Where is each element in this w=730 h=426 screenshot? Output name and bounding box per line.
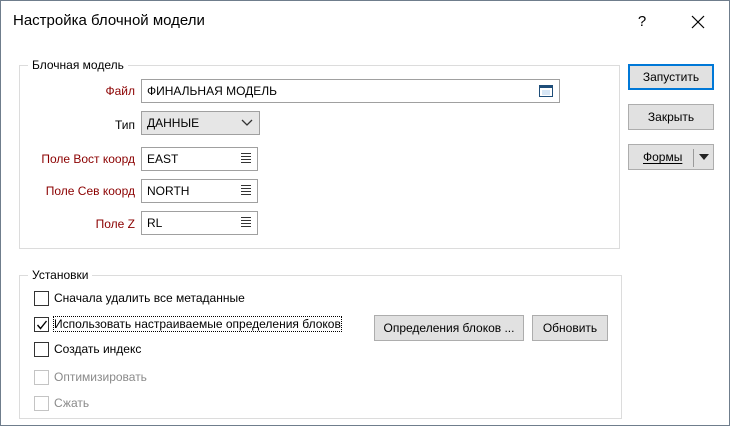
optimize-checkbox: Оптимизировать — [34, 369, 234, 387]
north-coord-label: Поле Сев коорд — [45, 184, 135, 198]
file-label: Файл — [105, 84, 135, 98]
checkbox-box — [34, 370, 49, 385]
north-coord-value: NORTH — [147, 184, 190, 198]
checkbox-box[interactable] — [34, 317, 49, 332]
checkbox-box[interactable] — [34, 342, 49, 357]
z-field-label: Поле Z — [95, 217, 135, 231]
checkbox-box[interactable] — [34, 291, 49, 306]
delete-metadata-label: Сначала удалить все метаданные — [54, 291, 245, 305]
split-divider — [693, 149, 694, 167]
type-label: Тип — [114, 118, 135, 132]
use-custom-defs-label: Использовать настраиваемые определения б… — [53, 316, 342, 332]
file-field[interactable]: ФИНАЛЬНАЯ МОДЕЛЬ — [141, 79, 560, 103]
run-button[interactable]: Запустить — [628, 64, 714, 90]
close-window-button[interactable] — [681, 9, 715, 35]
close-icon — [691, 15, 705, 29]
forms-split-button[interactable]: Формы — [628, 144, 714, 170]
dialog-title: Настройка блочной модели — [13, 12, 205, 29]
list-icon[interactable] — [241, 185, 251, 197]
optimize-label: Оптимизировать — [54, 370, 147, 384]
delete-metadata-checkbox[interactable]: Сначала удалить все метаданные — [34, 290, 294, 308]
east-coord-value: EAST — [147, 152, 179, 166]
east-coord-field[interactable]: EAST — [141, 147, 258, 171]
create-index-label: Создать индекс — [54, 342, 142, 356]
list-icon[interactable] — [241, 217, 251, 229]
file-value: ФИНАЛЬНАЯ МОДЕЛЬ — [147, 84, 278, 98]
compress-checkbox: Сжать — [34, 395, 234, 413]
checkbox-box — [34, 396, 49, 411]
compress-label: Сжать — [54, 396, 90, 410]
z-field-value: RL — [147, 216, 163, 230]
close-button[interactable]: Закрыть — [628, 104, 714, 130]
create-index-checkbox[interactable]: Создать индекс — [34, 341, 234, 359]
type-select[interactable]: ДАННЫЕ — [141, 111, 260, 135]
dropdown-arrow-icon[interactable] — [699, 153, 709, 161]
north-coord-field[interactable]: NORTH — [141, 179, 258, 203]
checkmark-icon — [36, 320, 48, 330]
z-field[interactable]: RL — [141, 211, 258, 235]
dialog-window: Настройка блочной модели ? Блочная модел… — [0, 0, 730, 426]
block-definitions-button[interactable]: Определения блоков ... — [374, 315, 524, 341]
use-custom-defs-checkbox[interactable]: Использовать настраиваемые определения б… — [34, 316, 364, 334]
list-icon[interactable] — [241, 153, 251, 165]
settings-group-title: Установки — [28, 268, 93, 282]
east-coord-label: Поле Вост коорд — [41, 152, 135, 166]
chevron-down-icon — [241, 119, 253, 126]
block-model-group-title: Блочная модель — [28, 58, 128, 72]
forms-button-label[interactable]: Формы — [643, 145, 682, 169]
help-button[interactable]: ? — [629, 9, 655, 35]
title-bar: Настройка блочной модели ? — [1, 1, 729, 43]
browse-icon[interactable] — [539, 85, 553, 97]
type-select-value: ДАННЫЕ — [147, 116, 200, 130]
refresh-button[interactable]: Обновить — [532, 315, 608, 341]
